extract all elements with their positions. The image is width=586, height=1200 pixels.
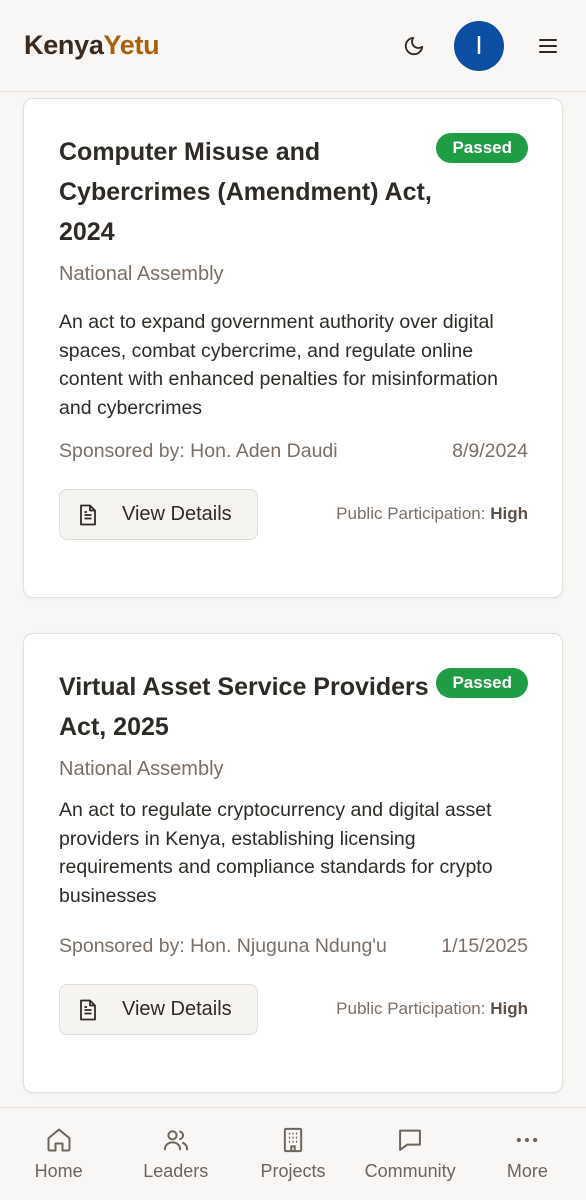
bill-card: Computer Misuse and Cybercrimes (Amendme… bbox=[23, 98, 563, 598]
menu-button[interactable] bbox=[534, 32, 562, 60]
participation-label: Public Participation: bbox=[336, 504, 486, 523]
nav-item-leaders[interactable]: Leaders bbox=[117, 1108, 234, 1200]
header-actions: I bbox=[394, 20, 562, 71]
public-participation: Public Participation: High bbox=[336, 999, 528, 1019]
nav-item-community[interactable]: Community bbox=[352, 1108, 469, 1200]
public-participation: Public Participation: High bbox=[336, 504, 528, 524]
hamburger-icon bbox=[539, 38, 557, 53]
nav-item-more[interactable]: More bbox=[469, 1108, 586, 1200]
building-icon bbox=[283, 1127, 303, 1153]
bill-chamber: National Assembly bbox=[59, 263, 224, 285]
status-badge: Passed bbox=[436, 133, 528, 163]
moon-icon bbox=[404, 36, 424, 55]
more-icon bbox=[517, 1137, 538, 1143]
logo-part-yetu: Yetu bbox=[103, 30, 160, 60]
view-details-button[interactable]: View Details bbox=[59, 984, 258, 1035]
document-icon bbox=[80, 999, 96, 1020]
participation-label: Public Participation: bbox=[336, 999, 486, 1018]
document-icon bbox=[80, 504, 96, 525]
bill-date: 8/9/2024 bbox=[452, 440, 528, 462]
logo-part-kenya: Kenya bbox=[24, 30, 104, 60]
bill-description: An act to expand government authority ov… bbox=[59, 311, 498, 419]
app-header: KenyaYetu I bbox=[0, 0, 586, 92]
user-avatar[interactable]: I bbox=[454, 20, 504, 71]
bill-title: Computer Misuse and Cybercrimes (Amendme… bbox=[59, 138, 432, 246]
view-details-label: View Details bbox=[122, 998, 232, 1020]
view-details-label: View Details bbox=[122, 503, 232, 525]
bill-date: 1/15/2025 bbox=[441, 935, 528, 957]
nav-label: Projects bbox=[260, 1161, 326, 1181]
view-details-button[interactable]: View Details bbox=[59, 489, 258, 540]
participation-value: High bbox=[490, 999, 528, 1018]
bill-description: An act to regulate cryptocurrency and di… bbox=[59, 799, 493, 907]
nav-label: More bbox=[506, 1161, 548, 1181]
users-icon bbox=[163, 1130, 188, 1151]
chat-icon bbox=[399, 1129, 422, 1151]
nav-label: Community bbox=[364, 1161, 456, 1181]
bottom-nav: Home Leaders Projects Community More bbox=[0, 1107, 586, 1200]
nav-item-home[interactable]: Home bbox=[0, 1108, 117, 1200]
bill-card: Virtual Asset Service Providers Act, 202… bbox=[23, 633, 563, 1093]
nav-label: Home bbox=[34, 1161, 83, 1181]
bill-sponsor: Sponsored by: Hon. Njuguna Ndung'u bbox=[59, 935, 387, 957]
app-logo[interactable]: KenyaYetu bbox=[24, 30, 160, 61]
nav-item-projects[interactable]: Projects bbox=[234, 1108, 351, 1200]
status-badge: Passed bbox=[436, 668, 528, 698]
nav-label: Leaders bbox=[143, 1161, 209, 1181]
bills-list[interactable]: Computer Misuse and Cybercrimes (Amendme… bbox=[0, 92, 586, 1107]
bill-sponsor: Sponsored by: Hon. Aden Daudi bbox=[59, 440, 338, 462]
home-icon bbox=[47, 1128, 71, 1152]
bill-title: Virtual Asset Service Providers Act, 202… bbox=[59, 673, 429, 741]
theme-toggle-button[interactable] bbox=[394, 26, 434, 66]
bill-chamber: National Assembly bbox=[59, 758, 224, 780]
participation-value: High bbox=[490, 504, 528, 523]
